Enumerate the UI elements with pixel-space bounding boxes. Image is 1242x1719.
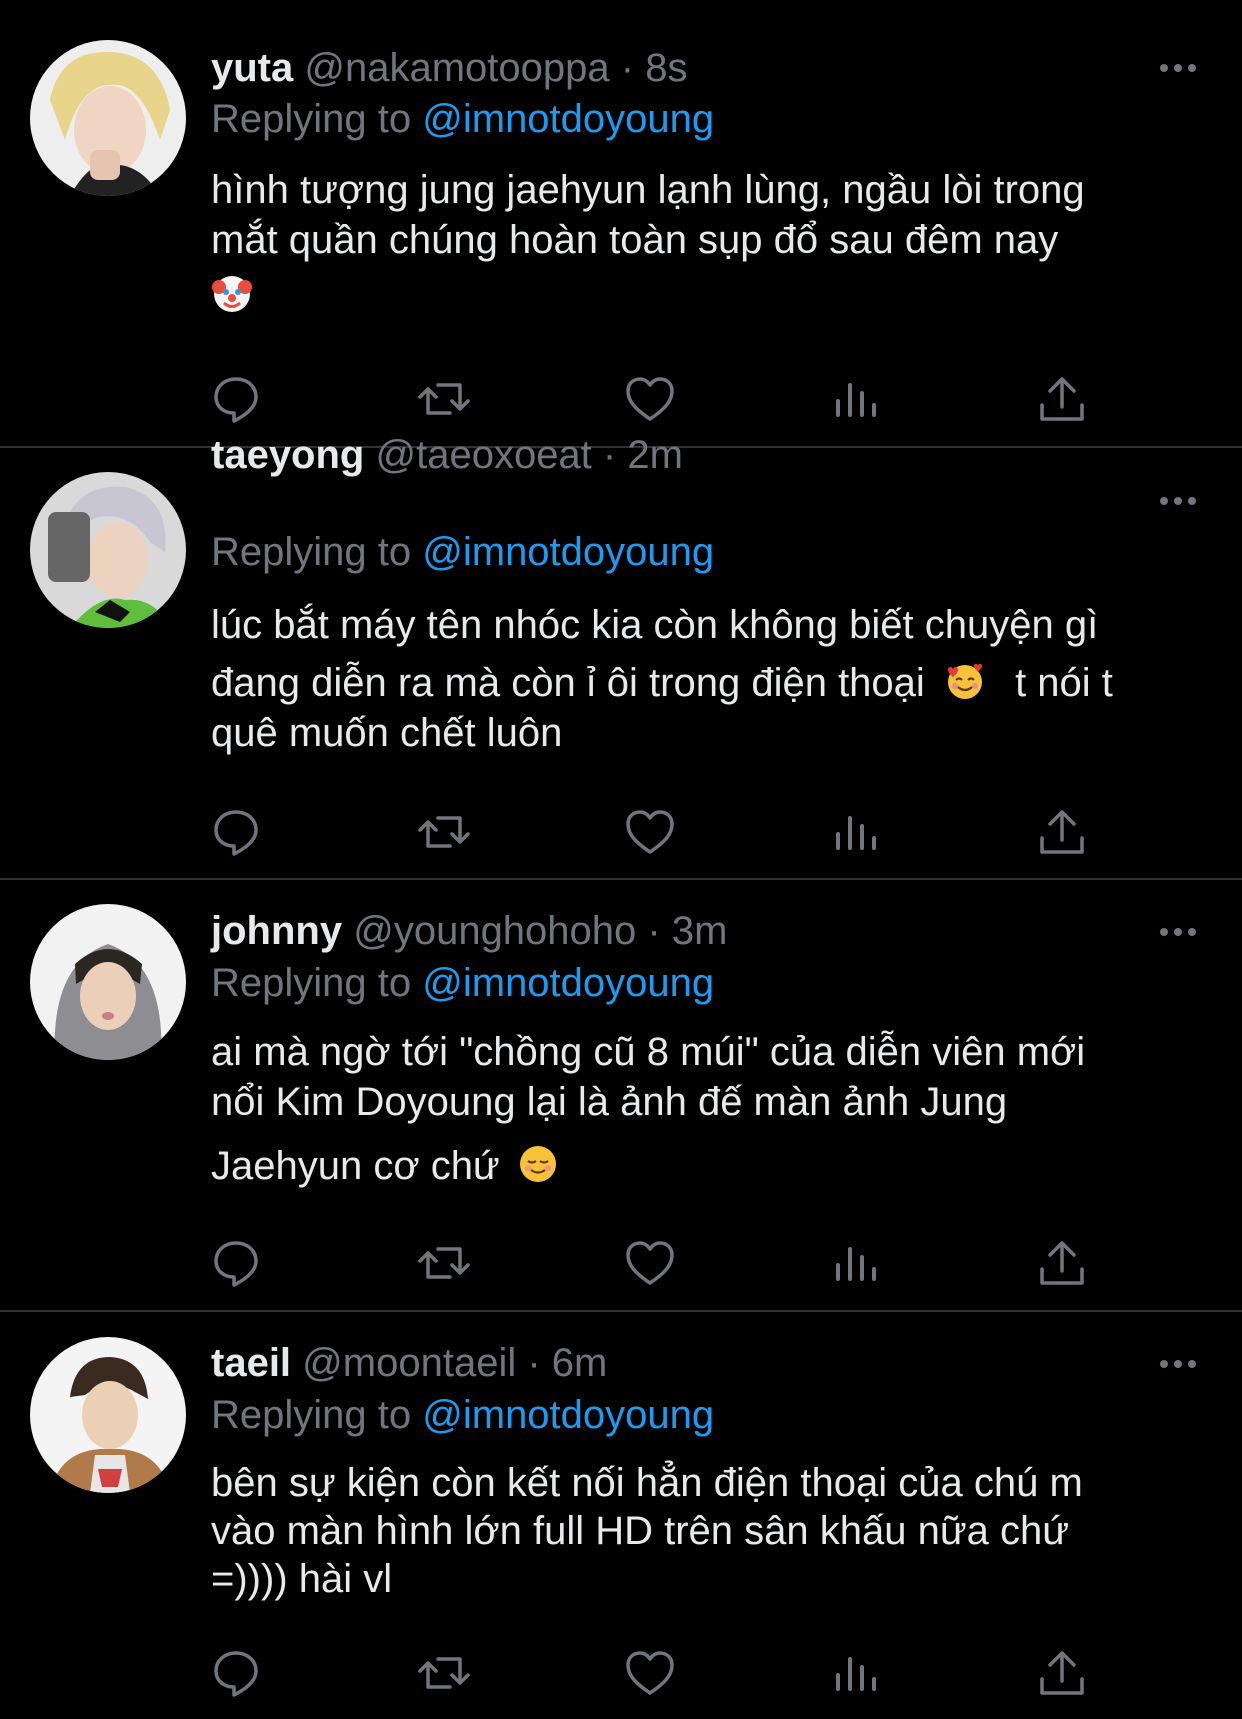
mention-link[interactable]: @imnotdoyoung (422, 1393, 714, 1437)
share-icon[interactable] (1034, 1645, 1090, 1701)
display-name[interactable]: yuta (211, 46, 293, 90)
text-segment: đang diễn ra mà còn ỉ ôi trong điện thoạ… (211, 661, 925, 705)
separator: · (602, 433, 617, 477)
text-line: nổi Kim Doyoung lại là ảnh đế màn ảnh Ju… (211, 1080, 1008, 1124)
retweet-icon[interactable] (416, 371, 472, 427)
retweet-icon[interactable] (416, 804, 472, 860)
replying-to: Replying to @imnotdoyoung (211, 957, 714, 1009)
replying-prefix: Replying to (211, 530, 412, 574)
replying-prefix: Replying to (211, 961, 412, 1005)
emoji-line (211, 271, 1211, 321)
share-icon[interactable] (1034, 804, 1090, 860)
more-icon[interactable] (1158, 58, 1198, 78)
share-icon[interactable] (1034, 1235, 1090, 1291)
avatar[interactable] (30, 472, 186, 628)
text-line: bên sự kiện còn kết nối hẳn điện thoại c… (211, 1461, 1083, 1505)
tweet[interactable]: yuta @nakamotooppa · 8s Replying to @imn… (0, 0, 1242, 447)
tweet-actions (0, 804, 1242, 864)
text-line: quê muốn chết luôn (211, 711, 563, 755)
replying-to: Replying to @imnotdoyoung (211, 93, 714, 145)
tweet-header: taeyong @taeoxoeat · 2m (211, 429, 683, 481)
tweet-actions (0, 1235, 1242, 1295)
replying-to: Replying to @imnotdoyoung (211, 1389, 714, 1441)
timestamp[interactable]: 6m (552, 1341, 608, 1385)
text-segment: t nói t (1015, 661, 1113, 705)
replying-to: Replying to @imnotdoyoung (211, 526, 714, 578)
analytics-icon[interactable] (828, 1235, 884, 1291)
tweet-actions (0, 1645, 1242, 1705)
separator: · (647, 909, 661, 953)
reply-icon[interactable] (208, 1235, 264, 1291)
avatar[interactable] (30, 904, 186, 1060)
retweet-icon[interactable] (416, 1645, 472, 1701)
analytics-icon[interactable] (828, 371, 884, 427)
analytics-icon[interactable] (828, 1645, 884, 1701)
avatar[interactable] (30, 40, 186, 196)
mention-link[interactable]: @imnotdoyoung (422, 530, 714, 574)
tweet-header: yuta @nakamotooppa · 8s (211, 42, 687, 94)
tweet-text: ai mà ngờ tới "chồng cũ 8 múi" của diễn … (211, 1027, 1211, 1191)
tweet-text: hình tượng jung jaehyun lạnh lùng, ngầu … (211, 165, 1211, 321)
more-icon[interactable] (1158, 1354, 1198, 1374)
text-line: mắt quần chúng hoàn toàn sụp đổ sau đêm … (211, 218, 1059, 262)
reply-icon[interactable] (208, 1645, 264, 1701)
like-icon[interactable] (622, 804, 678, 860)
separator: · (527, 1341, 541, 1385)
user-handle[interactable]: @taeoxoeat (375, 433, 591, 477)
timestamp[interactable]: 2m (627, 433, 683, 477)
like-icon[interactable] (622, 371, 678, 427)
separator: · (620, 46, 635, 90)
mention-link[interactable]: @imnotdoyoung (422, 97, 714, 141)
text-line: lúc bắt máy tên nhóc kia còn không biết … (211, 603, 1099, 647)
tweet-text: lúc bắt máy tên nhóc kia còn không biết … (211, 596, 1211, 762)
display-name[interactable]: johnny (211, 909, 342, 953)
tweet-actions (0, 371, 1242, 431)
like-icon[interactable] (622, 1645, 678, 1701)
smiling-face-with-hearts-icon (944, 660, 986, 702)
timestamp[interactable]: 3m (672, 909, 728, 953)
share-icon[interactable] (1034, 371, 1090, 427)
text-line: hình tượng jung jaehyun lạnh lùng, ngầu … (211, 168, 1085, 212)
display-name[interactable]: taeyong (211, 433, 364, 477)
replying-prefix: Replying to (211, 1393, 412, 1437)
user-handle[interactable]: @younghohoho (353, 909, 636, 953)
user-handle[interactable]: @moontaeil (302, 1341, 516, 1385)
more-icon[interactable] (1158, 922, 1198, 942)
text-line: =)))) hài vl (211, 1557, 393, 1601)
more-icon[interactable] (1158, 491, 1198, 511)
reply-icon[interactable] (208, 804, 264, 860)
retweet-icon[interactable] (416, 1235, 472, 1291)
mention-link[interactable]: @imnotdoyoung (422, 961, 714, 1005)
tweet-header: taeil @moontaeil · 6m (211, 1337, 607, 1389)
display-name[interactable]: taeil (211, 1341, 291, 1385)
tweet-text: bên sự kiện còn kết nối hẳn điện thoại c… (211, 1459, 1211, 1603)
text-line: vào màn hình lớn full HD trên sân khấu n… (211, 1509, 1070, 1553)
avatar[interactable] (30, 1337, 186, 1493)
text-line: ai mà ngờ tới "chồng cũ 8 múi" của diễn … (211, 1030, 1086, 1074)
text-segment: Jaehyun cơ chứ (211, 1144, 500, 1188)
analytics-icon[interactable] (828, 804, 884, 860)
timestamp[interactable]: 8s (645, 46, 687, 90)
clown-face-icon (211, 273, 253, 315)
text-line-with-emoji: Jaehyun cơ chứ (211, 1141, 1211, 1191)
user-handle[interactable]: @nakamotooppa (304, 46, 609, 90)
smiling-face-icon (517, 1143, 559, 1185)
like-icon[interactable] (622, 1235, 678, 1291)
replying-prefix: Replying to (211, 97, 412, 141)
tweet-header: johnny @younghohoho · 3m (211, 905, 727, 957)
reply-icon[interactable] (208, 371, 264, 427)
